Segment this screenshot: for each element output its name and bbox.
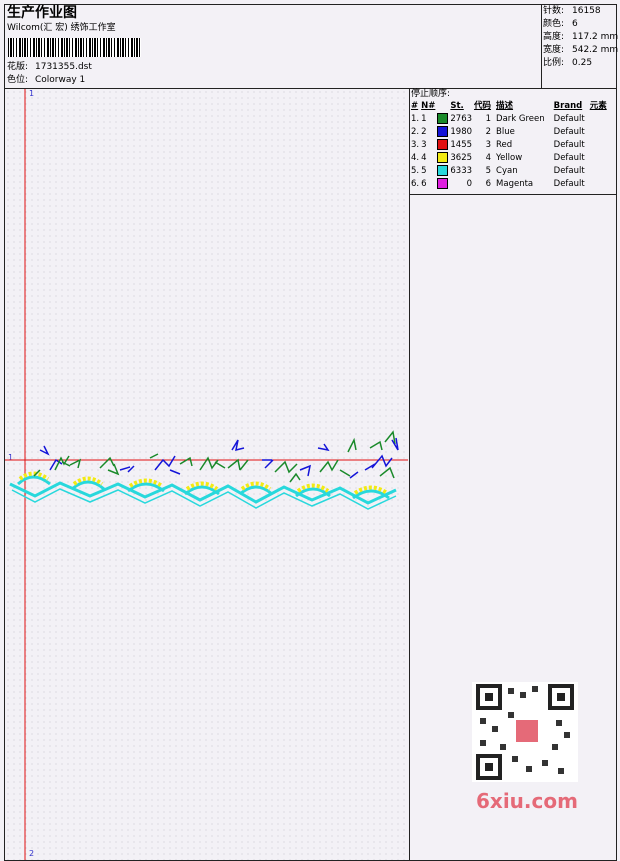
stop-sequence-title: 停止顺序:: [411, 89, 451, 99]
table-row: 3. 3 1455 3 Red Default: [410, 139, 608, 152]
col-index: #: [411, 101, 419, 111]
row-description: Red: [496, 140, 513, 150]
row-code: 3: [485, 140, 492, 150]
row-code: 2: [485, 127, 492, 137]
table-row: 4. 4 3625 4 Yellow Default: [410, 152, 608, 165]
table-row: 6. 6 0 6 Magenta Default: [410, 178, 608, 191]
row-element: [586, 165, 608, 178]
col-brand: Brand: [553, 101, 583, 111]
row-element: [586, 139, 608, 152]
row-code: 5: [485, 166, 492, 176]
row-index: 1.: [411, 114, 420, 124]
row-brand: Default: [553, 179, 585, 189]
color-swatch: [436, 113, 449, 126]
row-needle: 3: [421, 140, 427, 150]
row-index: 2.: [411, 127, 420, 137]
row-description: Cyan: [496, 166, 518, 176]
row-stitches: 0: [466, 179, 473, 189]
stop-sequence-table: # N# St. 代码 描述 Brand 元素 1. 1 2763 1 Dark Gre…: [410, 100, 608, 191]
color-swatch: [436, 152, 449, 165]
col-description: 描述: [496, 101, 514, 111]
col-code: 代码: [474, 101, 492, 111]
table-header-row: # N# St. 代码 描述 Brand 元素: [410, 100, 608, 113]
col-swatch: [436, 100, 449, 113]
row-description: Yellow: [496, 153, 523, 163]
row-element: [586, 152, 608, 165]
leaf-sprigs: [33, 430, 399, 483]
row-brand: Default: [553, 153, 585, 163]
row-needle: 1: [421, 114, 427, 124]
row-needle: 4: [421, 153, 427, 163]
color-swatch: [436, 126, 449, 139]
row-stitches: 2763: [450, 114, 473, 124]
row-code: 4: [485, 153, 492, 163]
row-index: 4.: [411, 153, 420, 163]
watermark-logo: 6xiu.com: [476, 789, 578, 813]
row-index: 5.: [411, 166, 420, 176]
row-description: Blue: [496, 127, 515, 137]
color-swatch: [436, 178, 449, 191]
row-index: 6.: [411, 179, 420, 189]
col-needle: N#: [421, 101, 436, 111]
color-swatch: [436, 139, 449, 152]
row-element: [586, 126, 608, 139]
row-brand: Default: [553, 114, 585, 124]
row-description: Magenta: [496, 179, 534, 189]
row-code: 1: [485, 114, 492, 124]
row-needle: 6: [421, 179, 427, 189]
qr-code: [472, 682, 578, 782]
table-row: 1. 1 2763 1 Dark Green Default: [410, 113, 608, 126]
row-code: 6: [485, 179, 492, 189]
row-needle: 5: [421, 166, 427, 176]
row-brand: Default: [553, 127, 585, 137]
table-row: 2. 2 1980 2 Blue Default: [410, 126, 608, 139]
row-element: [586, 178, 608, 191]
row-brand: Default: [553, 166, 585, 176]
row-stitches: 6333: [450, 166, 473, 176]
row-needle: 2: [421, 127, 427, 137]
row-description: Dark Green: [496, 114, 545, 124]
col-element: 元素: [589, 101, 607, 111]
row-brand: Default: [553, 140, 585, 150]
col-stitches: St.: [450, 101, 464, 111]
row-element: [586, 113, 608, 126]
row-stitches: 1980: [450, 127, 473, 137]
row-index: 3.: [411, 140, 420, 150]
row-stitches: 1455: [450, 140, 473, 150]
color-swatch: [436, 165, 449, 178]
row-stitches: 3625: [450, 153, 473, 163]
table-row: 5. 5 6333 5 Cyan Default: [410, 165, 608, 178]
